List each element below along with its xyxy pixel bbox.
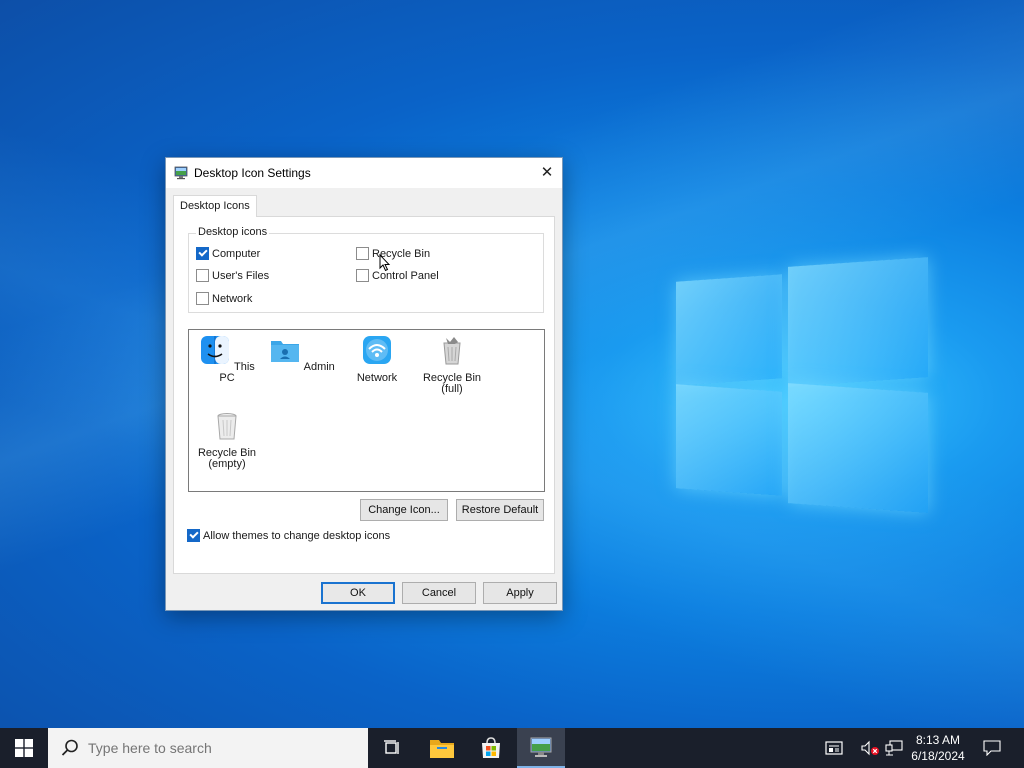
taskbar-desktop-icon-settings[interactable] [517,728,565,768]
list-item-label: Recycle Bin (empty) [197,447,257,470]
mouse-pointer-icon [379,254,391,272]
network-icon [363,336,391,364]
dialog-title: Desktop Icon Settings [194,166,311,180]
list-item-recycle-bin-full[interactable]: Recycle Bin (full) [417,334,487,395]
checkbox-allow-themes[interactable]: Allow themes to change desktop icons [187,529,390,542]
list-item-network[interactable]: Network [342,334,412,384]
checkbox-label: Computer [212,247,261,260]
search-icon [61,739,78,756]
news-icon [825,741,843,755]
list-item-admin[interactable]: Admin [267,334,337,373]
taskbar-clock[interactable]: 8:13 AM 6/18/2024 [902,732,974,764]
checkbox-box[interactable] [196,292,209,305]
checkbox-label: User's Files [212,269,270,282]
windows-logo-wallpaper [676,256,928,513]
checkbox-computer[interactable]: Computer [196,247,260,260]
notification-icon [983,740,1001,756]
cancel-button[interactable]: Cancel [402,582,476,604]
group-label: Desktop icons [196,226,270,238]
list-item-label: Recycle Bin (full) [422,372,482,395]
desktop-settings-icon [174,166,188,180]
taskbar: 8:13 AM 6/18/2024 [0,728,1024,768]
user-folder-icon [271,341,300,362]
checkbox-control-panel[interactable]: Control Panel [356,269,439,282]
checkbox-box[interactable] [356,247,369,260]
tab-desktop-icons[interactable]: Desktop Icons [173,195,257,217]
checkbox-box[interactable] [356,269,369,282]
icon-list[interactable]: This PC Admin Network Recycle Bin (full)… [188,329,545,492]
list-item-label: Admin [303,361,335,373]
taskbar-file-explorer[interactable] [418,728,466,768]
dialog-title-bar[interactable]: Desktop Icon Settings ✕ [166,158,562,188]
file-explorer-icon [430,740,454,758]
change-icon-button[interactable]: Change Icon... [360,499,448,521]
restore-default-button[interactable]: Restore Default [456,499,544,521]
list-item-recycle-bin-empty[interactable]: Recycle Bin (empty) [192,409,262,470]
checkbox-box[interactable] [196,269,209,282]
checkbox-recycle-bin[interactable]: Recycle Bin [356,247,430,260]
list-item-this-pc[interactable]: This PC [192,334,262,384]
wired-network-icon [885,740,903,756]
checkbox-label: Network [212,292,253,305]
start-button[interactable] [0,728,48,768]
volume-muted-button[interactable] [860,738,880,758]
windows-start-icon [15,739,33,757]
checkbox-label: Allow themes to change desktop icons [203,529,391,542]
volume-muted-icon [861,740,879,756]
checkbox-network[interactable]: Network [196,292,252,305]
microsoft-store-icon [482,737,500,758]
task-view-button[interactable] [368,728,416,768]
search-input[interactable] [88,740,358,756]
action-center-button[interactable] [982,738,1002,758]
desktop-icon-settings-dialog: Desktop Icon Settings ✕ Desktop Icons De… [165,157,563,611]
checkbox-box[interactable] [196,247,209,260]
apply-button[interactable]: Apply [483,582,557,604]
network-status-button[interactable] [884,738,904,758]
clock-time: 8:13 AM [915,733,961,747]
close-button[interactable]: ✕ [532,158,562,188]
taskbar-microsoft-store[interactable] [467,728,515,768]
recycle-bin-empty-icon [217,413,237,440]
ok-button[interactable]: OK [321,582,395,604]
desktop-settings-icon [530,737,552,757]
checkbox-users-files[interactable]: User's Files [196,269,269,282]
this-pc-icon [201,336,230,364]
list-item-label: Network [356,372,398,384]
task-view-icon [384,740,399,754]
checkbox-box[interactable] [187,529,200,542]
taskbar-search-box[interactable] [48,728,368,768]
desktop-icons-tab-panel: Desktop icons Computer User's Files Netw… [173,216,555,574]
clock-date: 6/18/2024 [911,749,965,763]
news-and-interests-button[interactable] [824,738,844,758]
recycle-bin-full-icon [443,337,461,365]
